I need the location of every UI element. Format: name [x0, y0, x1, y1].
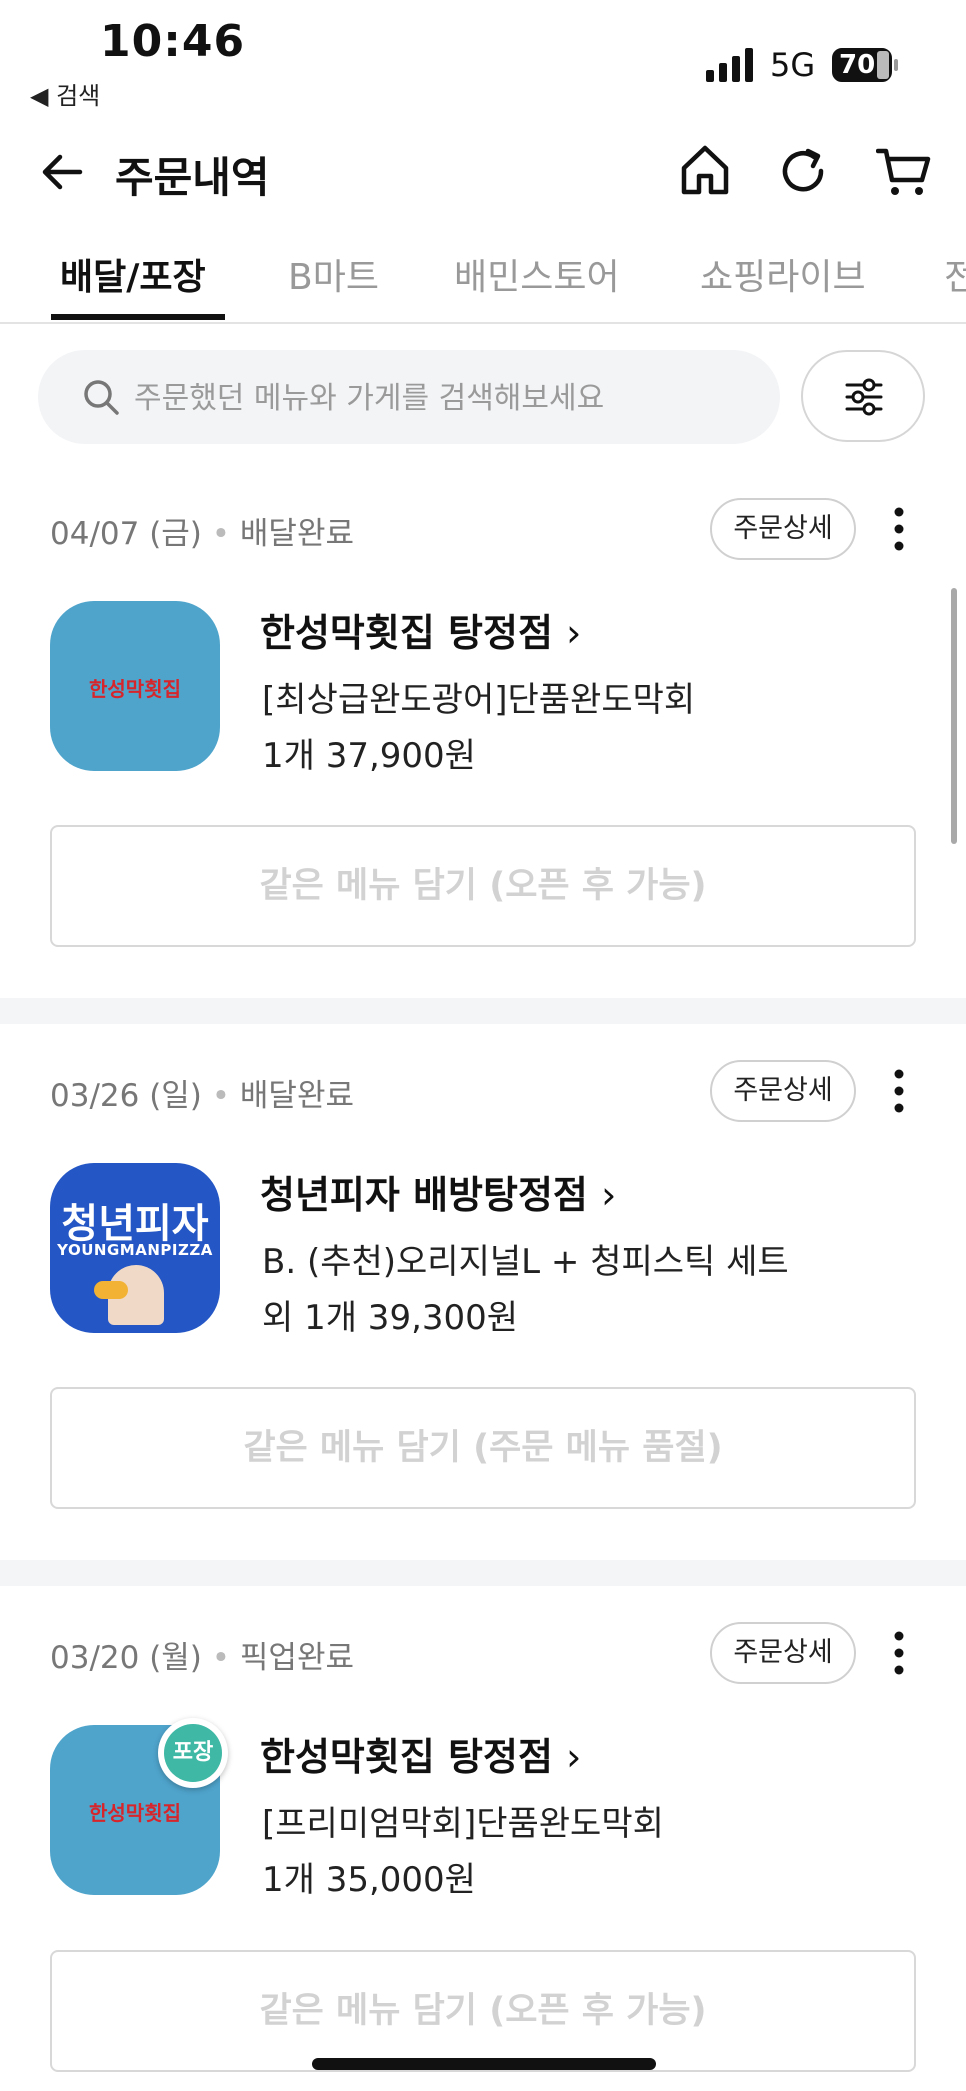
network-type: 5G: [770, 46, 816, 84]
search-icon: [84, 380, 119, 415]
tab-more[interactable]: 전: [944, 248, 966, 300]
reorder-button[interactable]: 같은 메뉴 담기 (오픈 후 가능): [50, 1950, 916, 2072]
order-menu: [프리미엄막회]단품완도막회: [262, 1804, 664, 1844]
filter-sliders-icon: [845, 378, 883, 416]
order-date: 03/26 (일) • 배달완료: [50, 1070, 354, 1115]
order-menu: [최상급완도광어]단품완도막회: [262, 680, 696, 720]
filter-button[interactable]: [801, 350, 925, 442]
order-detail-button[interactable]: 주문상세: [710, 1060, 856, 1122]
chevron-right-icon: ›: [601, 1173, 617, 1217]
order-detail-button[interactable]: 주문상세: [710, 498, 856, 560]
store-logo-text: 한성막횟집: [89, 677, 181, 701]
tab-shopping-live[interactable]: 쇼핑라이브: [700, 248, 866, 300]
page-title: 주문내역: [115, 153, 270, 202]
battery-level: 70: [839, 50, 876, 80]
pickup-badge: 포장: [158, 1718, 228, 1788]
scrollbar[interactable]: [951, 588, 957, 844]
store-name: 한성막횟집 탕정점: [260, 611, 553, 655]
chevron-right-icon: ›: [566, 611, 582, 655]
store-name-link[interactable]: 한성막횟집 탕정점 ›: [260, 1726, 581, 1781]
status-time: 10:46: [100, 16, 246, 67]
back-to-app-link[interactable]: ◀ 검색: [30, 76, 100, 111]
cell-signal-icon: [706, 48, 753, 82]
order-date-text: 03/26 (일): [50, 1078, 202, 1114]
refresh-icon[interactable]: [778, 146, 828, 196]
order-date: 03/20 (월) • 픽업완료: [50, 1632, 354, 1677]
store-name: 청년피자 배방탕정점: [260, 1173, 588, 1217]
more-options-icon[interactable]: [889, 506, 909, 552]
order-menu: B. (추천)오리지널L + 청피스틱 세트: [262, 1242, 789, 1282]
tab-divider: [0, 322, 966, 324]
logo-pizza-icon: [94, 1281, 128, 1299]
reorder-button[interactable]: 같은 메뉴 담기 (오픈 후 가능): [50, 825, 916, 947]
order-summary: 1개 37,900원: [262, 736, 476, 776]
home-icon[interactable]: [680, 144, 730, 196]
store-logo-subtitle: YOUNGMANPIZZA: [57, 1241, 213, 1259]
reorder-button[interactable]: 같은 메뉴 담기 (주문 메뉴 품절): [50, 1387, 916, 1509]
more-options-icon[interactable]: [889, 1068, 909, 1114]
more-options-icon[interactable]: [889, 1630, 909, 1676]
store-name: 한성막횟집 탕정점: [260, 1735, 553, 1779]
dot-separator: •: [211, 516, 240, 552]
order-date-text: 04/07 (금): [50, 516, 202, 552]
back-arrow-icon[interactable]: [38, 148, 86, 196]
store-logo-text: 한성막횟집: [89, 1801, 181, 1825]
order-date: 04/07 (금) • 배달완료: [50, 508, 354, 553]
order-date-text: 03/20 (월): [50, 1640, 202, 1676]
order-status: 배달완료: [239, 1078, 354, 1114]
order-detail-button[interactable]: 주문상세: [710, 1622, 856, 1684]
home-indicator[interactable]: [312, 2058, 656, 2070]
section-divider: [0, 1560, 966, 1586]
tab-bmart[interactable]: B마트: [288, 248, 379, 300]
order-status: 배달완료: [239, 516, 354, 552]
store-name-link[interactable]: 청년피자 배방탕정점 ›: [260, 1164, 616, 1219]
tab-delivery[interactable]: 배달/포장: [60, 248, 206, 300]
pickup-badge-label: 포장: [164, 1724, 222, 1782]
battery-icon: 70: [832, 48, 900, 82]
cart-icon[interactable]: [876, 146, 932, 198]
store-logo[interactable]: 한성막횟집: [50, 601, 220, 771]
order-summary: 1개 35,000원: [262, 1860, 476, 1900]
chevron-right-icon: ›: [566, 1735, 582, 1779]
section-divider: [0, 998, 966, 1024]
order-summary: 외 1개 39,300원: [262, 1298, 519, 1338]
store-name-link[interactable]: 한성막횟집 탕정점 ›: [260, 602, 581, 657]
order-status: 픽업완료: [239, 1640, 354, 1676]
search-input[interactable]: [132, 370, 756, 426]
dot-separator: •: [211, 1640, 240, 1676]
tab-active-indicator: [51, 314, 225, 320]
dot-separator: •: [211, 1078, 240, 1114]
store-logo[interactable]: 청년피자 YOUNGMANPIZZA: [50, 1163, 220, 1333]
tab-baemin-store[interactable]: 배민스토어: [454, 248, 620, 300]
